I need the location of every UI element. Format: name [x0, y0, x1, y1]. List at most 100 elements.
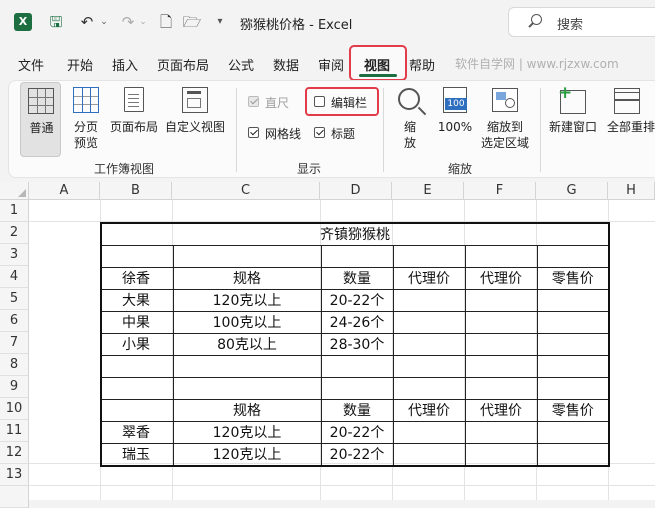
- table-cell[interactable]: 28-30个: [320, 333, 394, 356]
- table-cell[interactable]: 小果: [100, 333, 174, 356]
- table-cell[interactable]: 规格: [172, 399, 322, 422]
- table-cell[interactable]: [536, 377, 610, 400]
- table-cell[interactable]: 数量: [320, 267, 394, 290]
- table-cell[interactable]: [172, 245, 322, 268]
- table-cell[interactable]: [392, 377, 466, 400]
- table-cell[interactable]: 大果: [100, 289, 174, 312]
- tab-file[interactable]: 文件: [18, 55, 44, 74]
- table-cell[interactable]: [536, 289, 610, 312]
- table-cell[interactable]: [536, 333, 610, 356]
- row-header-5[interactable]: 5: [0, 288, 29, 310]
- column-header-h[interactable]: H: [608, 182, 655, 200]
- table-cell[interactable]: [536, 421, 610, 444]
- table-cell[interactable]: 代理价: [392, 399, 466, 422]
- table-cell[interactable]: [464, 443, 538, 467]
- column-header-a[interactable]: A: [29, 182, 100, 200]
- new-window-button[interactable]: 新建窗口: [547, 82, 599, 157]
- table-cell[interactable]: [392, 443, 466, 467]
- save-icon[interactable]: 🖫: [45, 11, 67, 33]
- table-cell[interactable]: 120克以上: [172, 289, 322, 312]
- tab-home[interactable]: 开始: [67, 55, 93, 74]
- open-folder-icon[interactable]: 🗁: [181, 11, 203, 33]
- table-cell[interactable]: [464, 355, 538, 378]
- table-cell[interactable]: [464, 245, 538, 268]
- table-cell[interactable]: 徐香: [100, 267, 174, 290]
- table-cell[interactable]: 代理价: [464, 267, 538, 290]
- table-cell[interactable]: 数量: [320, 399, 394, 422]
- search-box[interactable]: 搜索: [508, 7, 655, 37]
- custom-views-button[interactable]: 自定义视图: [163, 82, 227, 157]
- zoom-button[interactable]: 缩 放: [391, 82, 429, 157]
- row-header-10[interactable]: 10: [0, 398, 29, 420]
- table-cell[interactable]: 120克以上: [172, 421, 322, 444]
- table-cell[interactable]: 100克以上: [172, 311, 322, 334]
- column-header-d[interactable]: D: [320, 182, 392, 200]
- table-cell[interactable]: [536, 443, 610, 467]
- column-header-e[interactable]: E: [392, 182, 464, 200]
- page-break-preview-button[interactable]: 分页 预览: [66, 82, 106, 157]
- normal-view-button[interactable]: 普通: [20, 82, 61, 157]
- row-header-8[interactable]: 8: [0, 354, 29, 376]
- table-cell[interactable]: [100, 399, 174, 422]
- table-cell[interactable]: [392, 333, 466, 356]
- table-cell[interactable]: 代理价: [464, 399, 538, 422]
- arrange-all-button[interactable]: 全部重排: [603, 82, 655, 157]
- row-header-12[interactable]: 12: [0, 442, 29, 464]
- table-cell[interactable]: 120克以上: [172, 443, 322, 467]
- table-cell[interactable]: [392, 421, 466, 444]
- ruler-checkbox[interactable]: [248, 96, 259, 107]
- redo-dropdown-chevron-icon[interactable]: ⌄: [138, 11, 148, 33]
- table-cell[interactable]: [464, 421, 538, 444]
- headings-checkbox[interactable]: [314, 127, 325, 138]
- row-header-2[interactable]: 2: [0, 222, 29, 244]
- undo-icon[interactable]: ↶: [76, 11, 98, 33]
- page-layout-view-button[interactable]: 页面布局: [108, 82, 160, 157]
- column-header-f[interactable]: F: [464, 182, 536, 200]
- row-header-4[interactable]: 4: [0, 266, 29, 288]
- table-cell[interactable]: [392, 311, 466, 334]
- table-cell[interactable]: [100, 355, 174, 378]
- table-cell[interactable]: 瑞玉: [100, 443, 174, 467]
- table-cell[interactable]: 80克以上: [172, 333, 322, 356]
- table-cell[interactable]: [392, 245, 466, 268]
- table-cell[interactable]: [320, 377, 394, 400]
- table-cell[interactable]: 零售价: [536, 399, 610, 422]
- row-header-14[interactable]: [0, 486, 29, 508]
- tab-page-layout[interactable]: 页面布局: [157, 55, 209, 74]
- table-cell[interactable]: 中果: [100, 311, 174, 334]
- select-all-corner[interactable]: [0, 182, 29, 200]
- table-cell[interactable]: [536, 355, 610, 378]
- table-cell[interactable]: [536, 245, 610, 268]
- row-header-13[interactable]: 13: [0, 464, 29, 486]
- table-cell[interactable]: 翠香: [100, 421, 174, 444]
- table-cell[interactable]: 20-22个: [320, 443, 394, 467]
- table-cell[interactable]: [464, 377, 538, 400]
- undo-dropdown-chevron-icon[interactable]: ⌄: [99, 11, 109, 33]
- table-cell[interactable]: 24-26个: [320, 311, 394, 334]
- table-cell[interactable]: 20-22个: [320, 421, 394, 444]
- table-cell[interactable]: [320, 245, 394, 268]
- table-cell[interactable]: 代理价: [392, 267, 466, 290]
- table-cell[interactable]: [392, 289, 466, 312]
- row-header-11[interactable]: 11: [0, 420, 29, 442]
- row-header-3[interactable]: 3: [0, 244, 29, 266]
- row-header-7[interactable]: 7: [0, 332, 29, 354]
- row-header-1[interactable]: 1: [0, 200, 29, 222]
- table-cell[interactable]: [172, 377, 322, 400]
- table-cell[interactable]: [172, 355, 322, 378]
- customize-quick-access-icon[interactable]: ▾: [209, 11, 231, 33]
- table-title-cell[interactable]: 齐镇猕猴桃: [100, 222, 610, 246]
- zoom-to-selection-button[interactable]: 缩放到 选定区域: [477, 82, 533, 157]
- tab-data[interactable]: 数据: [273, 55, 299, 74]
- tab-formulas[interactable]: 公式: [228, 55, 254, 74]
- table-cell[interactable]: 20-22个: [320, 289, 394, 312]
- table-cell[interactable]: [392, 355, 466, 378]
- table-cell[interactable]: [536, 311, 610, 334]
- table-cell[interactable]: [100, 377, 174, 400]
- tab-insert[interactable]: 插入: [112, 55, 138, 74]
- tab-help[interactable]: 帮助: [409, 55, 435, 74]
- column-header-c[interactable]: C: [172, 182, 320, 200]
- tab-review[interactable]: 审阅: [318, 55, 344, 74]
- column-header-b[interactable]: B: [100, 182, 172, 200]
- column-header-g[interactable]: G: [536, 182, 608, 200]
